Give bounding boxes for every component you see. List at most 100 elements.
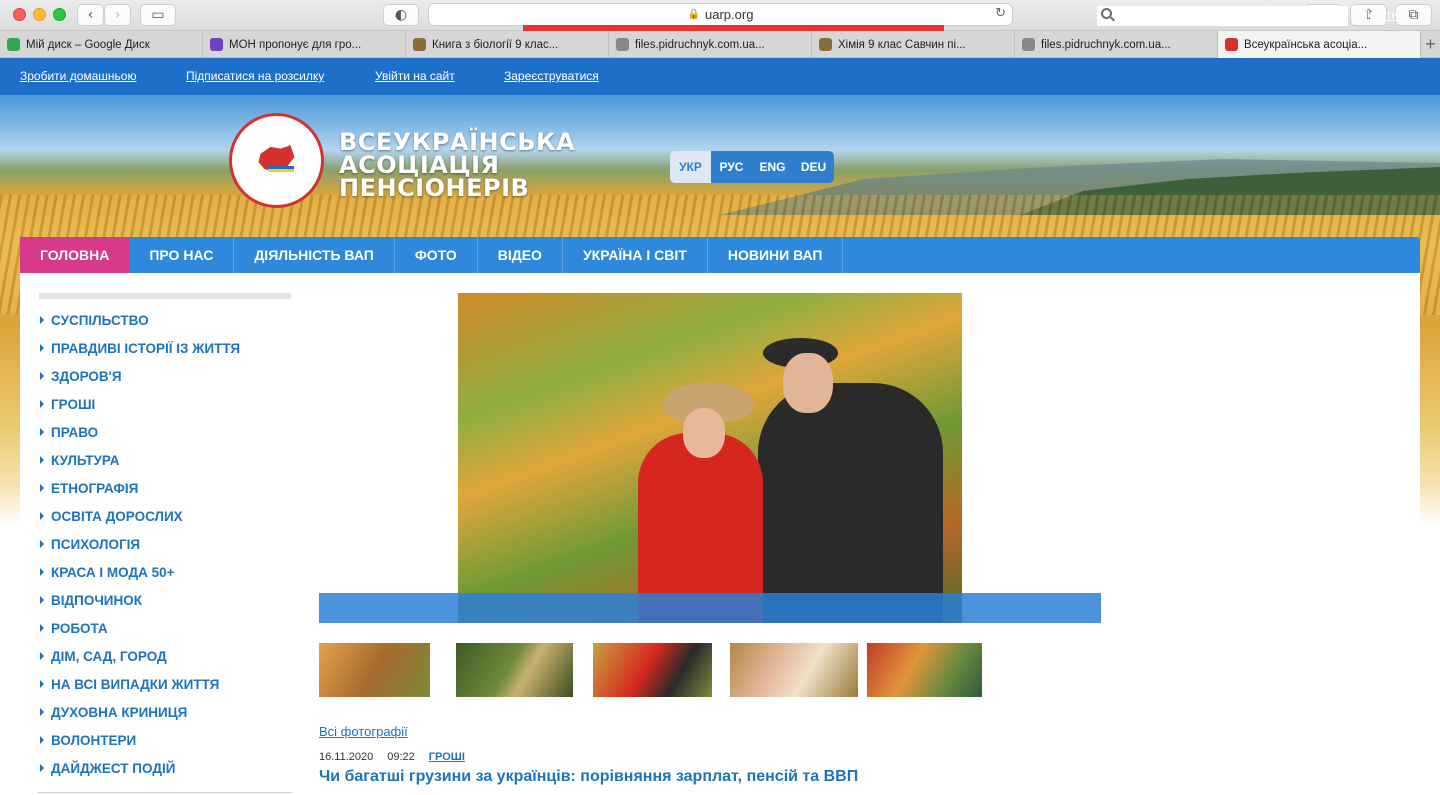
caret-right-icon xyxy=(40,484,44,492)
caret-right-icon xyxy=(40,708,44,716)
caret-right-icon xyxy=(40,372,44,380)
sidebar-item[interactable]: ПРАВО xyxy=(40,418,300,446)
nav-photo[interactable]: ФОТО xyxy=(395,237,478,273)
caret-right-icon xyxy=(40,344,44,352)
tab-favicon xyxy=(819,38,832,51)
sidebar-item[interactable]: ДАЙДЖЕСТ ПОДІЙ xyxy=(40,754,300,782)
news-time: 09:22 xyxy=(387,751,415,763)
caret-right-icon xyxy=(40,596,44,604)
news-title-link[interactable]: Чи багатші грузини за українців: порівня… xyxy=(319,768,858,786)
browser-tab-active[interactable]: Всеукраїнська асоціа... xyxy=(1218,31,1421,58)
flag-icon xyxy=(268,166,294,172)
gallery-thumbnail[interactable] xyxy=(867,643,982,697)
sidebar-item[interactable]: РОБОТА xyxy=(40,614,300,642)
gallery-thumbnail[interactable] xyxy=(319,643,430,697)
caret-right-icon xyxy=(40,400,44,408)
tab-favicon xyxy=(7,38,20,51)
nav-video[interactable]: ВІДЕО xyxy=(478,237,563,273)
featured-photo[interactable] xyxy=(458,293,962,623)
back-button[interactable]: ‹ xyxy=(77,4,104,26)
sidebar-item[interactable]: КУЛЬТУРА xyxy=(40,446,300,474)
reload-icon[interactable]: ↻ xyxy=(995,6,1006,21)
sidebar-item[interactable]: ВІДПОЧИНОК xyxy=(40,586,300,614)
photo-figure-face xyxy=(783,353,833,413)
nav-home[interactable]: ГОЛОВНА xyxy=(20,237,130,273)
sidebar-item[interactable]: ОСВІТА ДОРОСЛИХ xyxy=(40,502,300,530)
nav-activity[interactable]: ДІЯЛЬНІСТЬ ВАП xyxy=(234,237,395,273)
url-text: uarp.org xyxy=(705,7,754,22)
sidebar-item[interactable]: ДУХОВНА КРИНИЦЯ xyxy=(40,698,300,726)
site-title[interactable]: ВСЕУКРАЇНСЬКА АСОЦІАЦІЯ ПЕНСІОНЕРІВ xyxy=(339,130,575,200)
search-icon xyxy=(1101,8,1112,19)
tabs-overview-icon[interactable]: ⧉ xyxy=(1395,4,1432,26)
tab-favicon xyxy=(1225,38,1238,51)
register-link[interactable]: Зареєструватися xyxy=(504,69,599,83)
nav-news[interactable]: НОВИНИ ВАП xyxy=(708,237,844,273)
browser-tab[interactable]: Мій диск – Google Диск xyxy=(0,31,203,58)
lang-eng[interactable]: ENG xyxy=(752,151,793,183)
sidebar-item[interactable]: ГРОШІ xyxy=(40,390,300,418)
sidebar-item[interactable]: СУСПІЛЬСТВО xyxy=(40,306,300,334)
address-bar[interactable]: 🔒 uarp.org ↻ xyxy=(428,3,1013,26)
minimize-window-button[interactable] xyxy=(33,8,46,21)
caret-right-icon xyxy=(40,652,44,660)
caret-right-icon xyxy=(40,624,44,632)
lang-deu[interactable]: DEU xyxy=(793,151,834,183)
caret-right-icon xyxy=(40,680,44,688)
tab-favicon xyxy=(616,38,629,51)
login-link[interactable]: Увійти на сайт xyxy=(375,69,455,83)
nav-ukraine-world[interactable]: УКРАЇНА І СВІТ xyxy=(563,237,708,273)
gallery-thumbnail[interactable] xyxy=(593,643,712,697)
sidebar-item[interactable]: КРАСА І МОДА 50+ xyxy=(40,558,300,586)
caret-right-icon xyxy=(40,568,44,576)
new-tab-icon[interactable]: + xyxy=(1421,31,1440,57)
zoom-window-button[interactable] xyxy=(53,8,66,21)
sidebar-item[interactable]: ПРАВДИВІ ІСТОРІЇ ІЗ ЖИТТЯ xyxy=(40,334,300,362)
close-window-button[interactable] xyxy=(13,8,26,21)
browser-tab[interactable]: Хімія 9 клас Савчин пі... xyxy=(812,31,1015,58)
forward-button[interactable]: › xyxy=(104,4,131,26)
search-button[interactable]: Шукати xyxy=(1357,8,1398,22)
news-category-link[interactable]: ГРОШІ xyxy=(429,751,465,763)
sidebar-toggle-icon[interactable]: ▭ xyxy=(140,4,176,26)
privacy-shield-icon[interactable]: ◐ xyxy=(383,4,419,26)
sidebar-item[interactable]: ДІМ, САД, ГОРОД xyxy=(40,642,300,670)
sidebar-item[interactable]: ЗДОРОВ'Я xyxy=(40,362,300,390)
make-homepage-link[interactable]: Зробити домашньою xyxy=(20,69,136,83)
browser-tab[interactable]: files.pidruchnyk.com.ua... xyxy=(609,31,812,58)
browser-tab[interactable]: МОН пропонує для гро... xyxy=(203,31,406,58)
sidebar-item[interactable]: ЕТНОГРАФІЯ xyxy=(40,474,300,502)
lang-rus[interactable]: РУС xyxy=(711,151,752,183)
tab-favicon xyxy=(413,38,426,51)
browser-tab[interactable]: Книга з біології 9 клас... xyxy=(406,31,609,58)
nav-about[interactable]: ПРО НАС xyxy=(129,237,235,273)
category-sidebar: СУСПІЛЬСТВО ПРАВДИВІ ІСТОРІЇ ІЗ ЖИТТЯ ЗД… xyxy=(40,306,300,782)
caret-right-icon xyxy=(40,736,44,744)
sidebar-item[interactable]: НА ВСІ ВИПАДКИ ЖИТТЯ xyxy=(40,670,300,698)
photo-figure-face xyxy=(683,408,725,458)
gallery-thumbnail[interactable] xyxy=(456,643,573,697)
sidebar-item[interactable]: ПСИХОЛОГІЯ xyxy=(40,530,300,558)
sidebar-bottom-divider xyxy=(38,792,292,793)
caret-right-icon xyxy=(40,512,44,520)
association-logo[interactable] xyxy=(229,113,324,208)
main-navigation: ГОЛОВНА ПРО НАС ДІЯЛЬНІСТЬ ВАП ФОТО ВІДЕ… xyxy=(20,237,1420,273)
subscribe-link[interactable]: Підписатися на розсилку xyxy=(186,69,324,83)
caret-right-icon xyxy=(40,456,44,464)
all-photos-link[interactable]: Всі фотографії xyxy=(319,724,408,739)
tab-favicon xyxy=(210,38,223,51)
caret-right-icon xyxy=(40,316,44,324)
browser-tab[interactable]: files.pidruchnyk.com.ua... xyxy=(1015,31,1218,58)
news-date: 16.11.2020 xyxy=(319,751,374,763)
sidebar-divider xyxy=(39,293,291,299)
gallery-thumbnail[interactable] xyxy=(730,643,858,697)
caret-right-icon xyxy=(40,540,44,548)
search-input[interactable] xyxy=(1097,6,1348,26)
ukraine-map-icon xyxy=(258,145,295,173)
lang-ukr[interactable]: УКР xyxy=(670,151,711,183)
news-meta: 16.11.2020 09:22 ГРОШІ xyxy=(319,751,465,763)
photo-figure-man xyxy=(758,383,943,623)
site-top-bar: Зробити домашньою Підписатися на розсилк… xyxy=(0,58,1440,95)
caret-right-icon xyxy=(40,764,44,772)
sidebar-item[interactable]: ВОЛОНТЕРИ xyxy=(40,726,300,754)
